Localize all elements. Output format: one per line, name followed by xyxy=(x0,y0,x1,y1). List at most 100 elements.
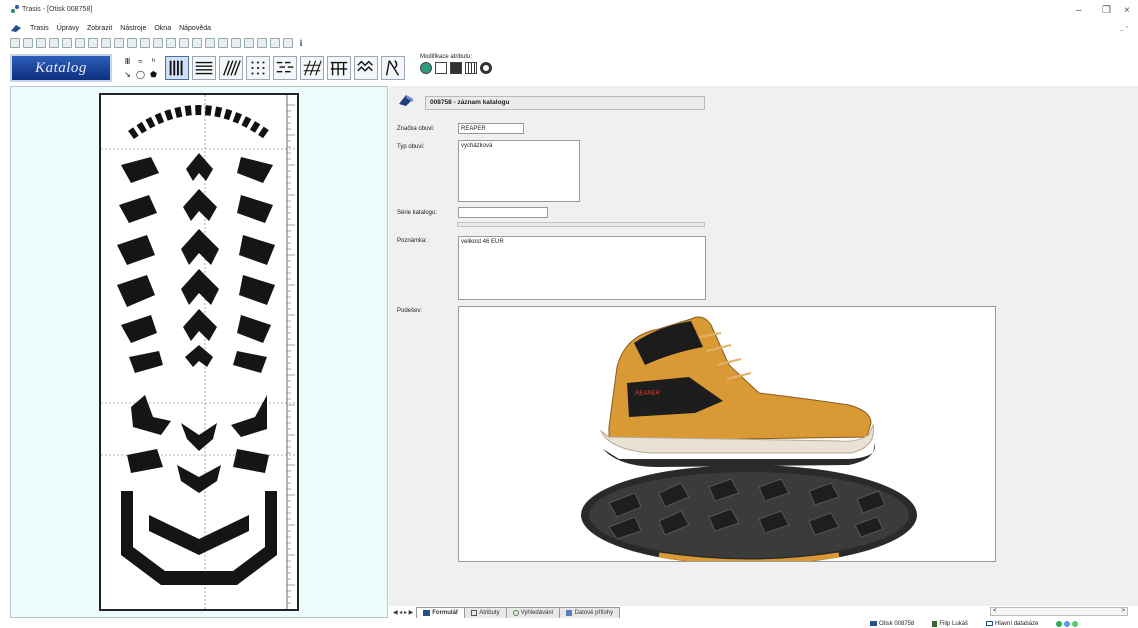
sole-photo[interactable]: REAPER xyxy=(458,306,996,562)
attribute-icon xyxy=(471,609,478,616)
diagonal-lines-pattern-button[interactable] xyxy=(219,56,243,80)
catalog-record-icon xyxy=(399,95,413,106)
vertical-lines-pattern-icon xyxy=(169,60,183,76)
menu-trasis[interactable]: Trasis xyxy=(30,25,49,32)
series-label: Série katalogu: xyxy=(397,210,438,216)
record-navigation[interactable]: ◀ ◂ ▸ ▶ xyxy=(393,609,413,616)
info-icon[interactable]: i xyxy=(296,38,306,48)
tab-vyhledavani-label: Vyhledávání xyxy=(520,609,554,616)
zoom-icon[interactable] xyxy=(166,38,176,48)
trasis-menu-icon[interactable] xyxy=(10,24,22,33)
image-pane[interactable] xyxy=(10,86,388,618)
compare-icon[interactable] xyxy=(244,38,254,48)
tab-datove-prilohy-label: Datové přílohy xyxy=(574,609,614,616)
blocks-pattern-icon xyxy=(330,61,348,76)
dashes-pattern-button[interactable] xyxy=(273,56,297,80)
attachment-icon xyxy=(566,609,573,616)
tab-formular[interactable]: Formulář xyxy=(416,606,466,618)
export-icon[interactable] xyxy=(153,38,163,48)
step-tool-icon[interactable]: ʰ xyxy=(148,56,159,67)
square-modifier-icon[interactable] xyxy=(435,62,447,74)
paste-icon[interactable] xyxy=(75,38,85,48)
window-icon[interactable] xyxy=(283,38,293,48)
grid-icon[interactable] xyxy=(179,38,189,48)
tab-datove-prilohy[interactable]: Datové přílohy xyxy=(559,606,621,618)
tab-vyhledavani[interactable]: Vyhledávání xyxy=(505,606,561,618)
dots-pattern-button[interactable] xyxy=(246,56,270,80)
horizontal-lines-pattern-button[interactable] xyxy=(192,56,216,80)
menu-nastroje[interactable]: Nástroje xyxy=(120,25,146,32)
status-user-text: Filip Lukáš xyxy=(939,620,969,627)
measure-icon[interactable] xyxy=(231,38,241,48)
attribute-modifier-group: Modifikace atributu: xyxy=(420,54,520,84)
eraser-icon[interactable] xyxy=(218,38,228,48)
record-header: 008758 - záznam katalogu xyxy=(425,96,705,110)
sole-print-image[interactable] xyxy=(99,93,299,611)
circle-modifier-icon[interactable] xyxy=(420,62,432,74)
dots-pattern-icon xyxy=(251,61,265,75)
ring-modifier-icon[interactable] xyxy=(480,62,492,74)
new-icon[interactable] xyxy=(10,38,20,48)
chart-icon[interactable] xyxy=(270,38,280,48)
tab-atributy-label: Atributy xyxy=(479,609,500,616)
copy-icon[interactable] xyxy=(62,38,72,48)
mdi-window-controls[interactable]: _ ▫ xyxy=(1120,24,1128,31)
circle-tool-icon[interactable]: ◯ xyxy=(135,69,146,80)
brush-icon[interactable] xyxy=(205,38,215,48)
filled-square-modifier-icon[interactable] xyxy=(450,62,462,74)
ribbon: Katalog Ⅲ ≈ ʰ ↘ ◯ ⬟ Modifikace atributu: xyxy=(10,52,492,84)
series-field[interactable] xyxy=(458,207,548,218)
vertical-lines-pattern-button[interactable] xyxy=(165,56,189,80)
layers-icon[interactable] xyxy=(140,38,150,48)
menu-upravy[interactable]: Úpravy xyxy=(57,25,79,32)
small-tool-grid: Ⅲ ≈ ʰ ↘ ◯ ⬟ xyxy=(122,56,159,80)
pen-icon[interactable] xyxy=(192,38,202,48)
trasis-app-icon xyxy=(11,5,19,13)
record-tabs: ◀ ◂ ▸ ▶ Formulář Atributy Vyhledávání Da… xyxy=(389,605,621,619)
image-icon[interactable] xyxy=(114,38,124,48)
print-icon[interactable] xyxy=(127,38,137,48)
grid-modifier-icon[interactable] xyxy=(465,62,477,74)
crosshatch-pattern-icon xyxy=(303,60,322,76)
wave-tool-icon[interactable]: ≈ xyxy=(135,56,146,67)
scroll-left-icon[interactable]: < xyxy=(993,608,997,614)
close-button[interactable]: × xyxy=(1124,6,1130,16)
scroll-right-icon[interactable]: > xyxy=(1121,608,1125,614)
note-field[interactable]: velikost 46 EUR xyxy=(458,236,706,300)
minimize-button[interactable]: – xyxy=(1076,6,1082,16)
sole-label: Podešev: xyxy=(397,308,423,314)
status-indicators xyxy=(1056,620,1079,627)
type-field[interactable]: vycházková xyxy=(458,140,580,202)
menu-zobrazit[interactable]: Zobrazit xyxy=(87,25,112,32)
svg-text:REAPER: REAPER xyxy=(635,391,660,397)
find-icon[interactable] xyxy=(88,38,98,48)
katalog-button[interactable]: Katalog xyxy=(10,54,112,82)
pattern-buttons xyxy=(165,56,405,80)
menu-okna[interactable]: Okna xyxy=(154,25,171,32)
status-record-text: Otisk 008758 xyxy=(879,620,915,627)
open-icon[interactable] xyxy=(23,38,33,48)
stack-icon[interactable] xyxy=(257,38,267,48)
crosshatch-pattern-button[interactable] xyxy=(300,56,324,80)
user-icon xyxy=(932,620,938,627)
house-tool-icon[interactable]: ⬟ xyxy=(148,69,159,80)
tab-atributy[interactable]: Atributy xyxy=(464,606,507,618)
blocks-pattern-button[interactable] xyxy=(327,56,351,80)
status-bar: Otisk 008758 Filip Lukáš Hlavní databáze xyxy=(870,619,1079,628)
toolbar: i xyxy=(10,36,306,50)
menu-napoveda[interactable]: Nápověda xyxy=(179,25,211,32)
database-icon xyxy=(986,621,994,626)
status-sync-icon xyxy=(1064,620,1071,627)
dashes-pattern-icon xyxy=(276,61,294,73)
arrow-tool-icon[interactable]: ↘ xyxy=(122,69,133,80)
zigzag-pattern-button[interactable] xyxy=(354,56,378,80)
zigzag-pattern-icon xyxy=(357,60,373,72)
restore-button[interactable]: ❐ xyxy=(1102,6,1111,16)
brand-field[interactable]: REAPER xyxy=(458,123,524,134)
db-icon[interactable] xyxy=(49,38,59,48)
columns-tool-icon[interactable]: Ⅲ xyxy=(122,56,133,67)
save-icon[interactable] xyxy=(36,38,46,48)
wave-pattern-button[interactable] xyxy=(381,56,405,80)
horizontal-scrollbar[interactable]: < > xyxy=(990,607,1128,616)
filter-icon[interactable] xyxy=(101,38,111,48)
